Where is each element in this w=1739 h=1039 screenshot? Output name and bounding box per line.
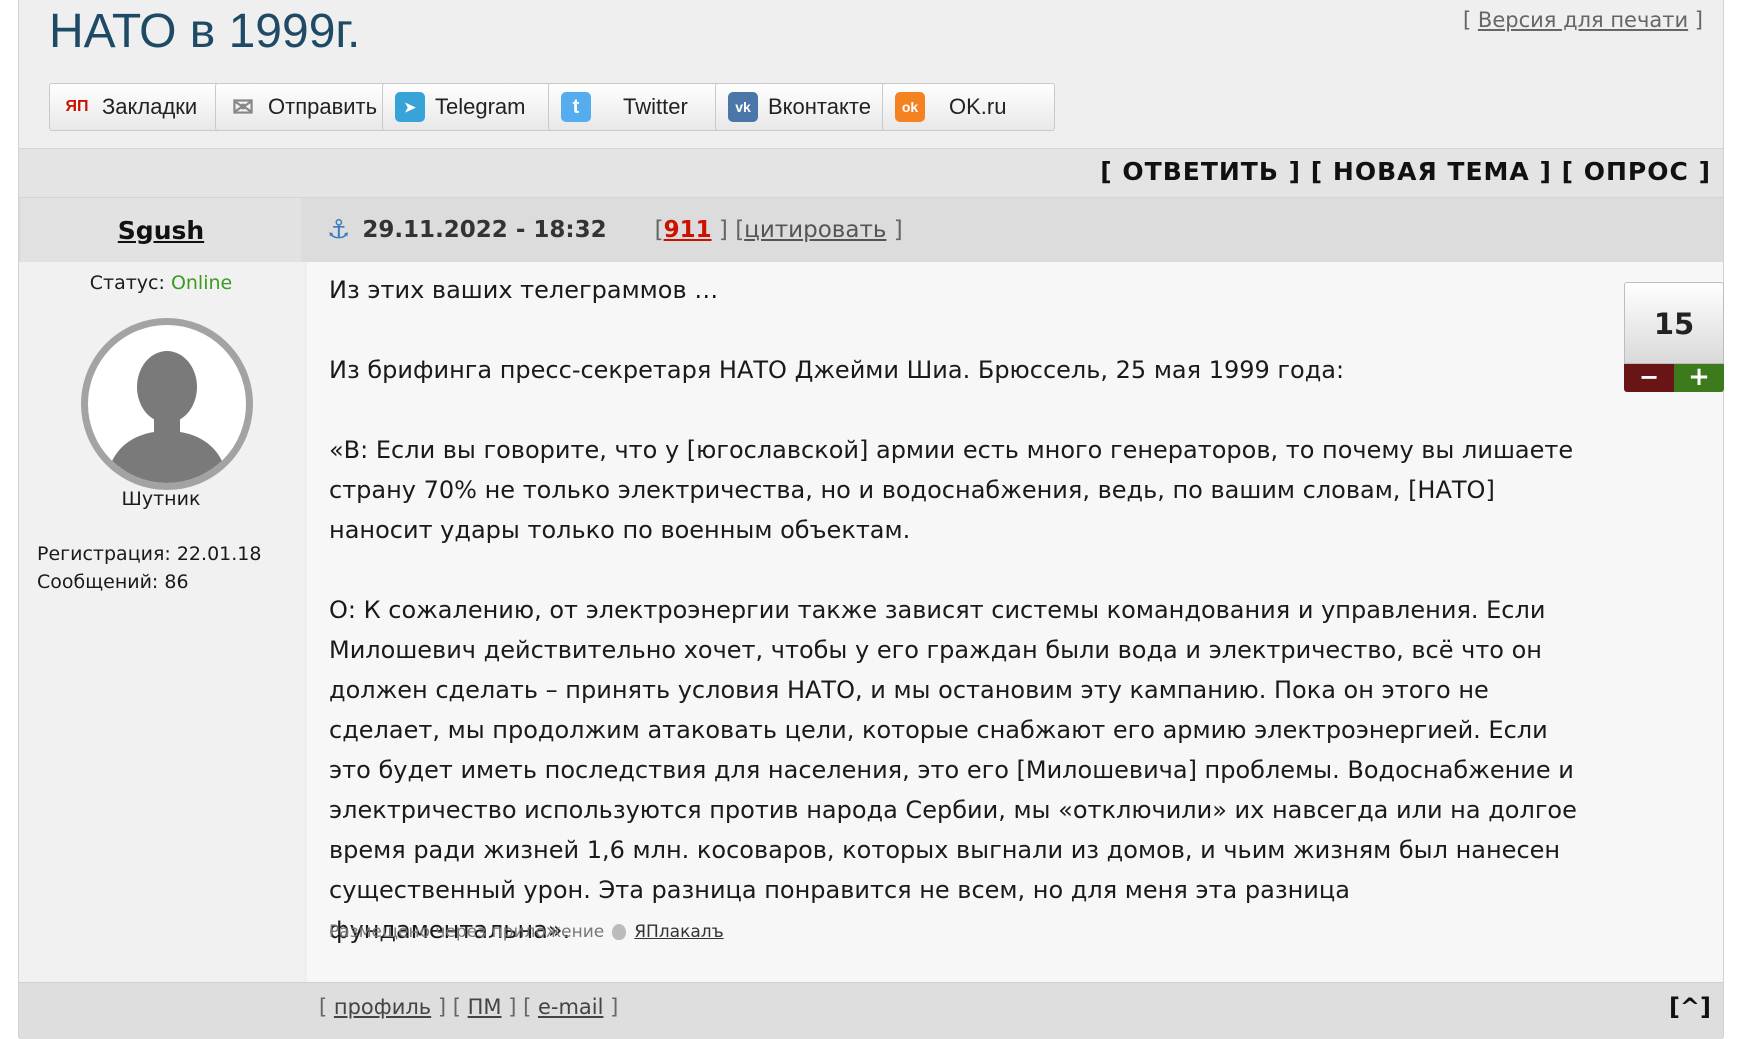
print-version-link-wrapper: [ Версия для печати ] bbox=[1463, 8, 1703, 32]
post-author-cell: Sgush bbox=[21, 198, 301, 262]
yap-logo-icon: ЯП bbox=[65, 98, 89, 115]
post-rating: 15 − + bbox=[1624, 282, 1724, 392]
post-paragraph: Из этих ваших телеграммов … bbox=[329, 276, 719, 304]
post-paragraph: О: К сожалению, от электроэнергии также … bbox=[329, 596, 1577, 944]
share-ok-button[interactable]: ok OK.ru bbox=[882, 83, 1055, 131]
post-footer-links: [ профиль ] [ ПМ ] [ e-mail ] bbox=[319, 995, 619, 1019]
rating-buttons: − + bbox=[1624, 364, 1724, 392]
post-paragraph: Из брифинга пресс-секретаря НАТО Джейми … bbox=[329, 356, 1345, 384]
share-bookmarks-button[interactable]: ЯП Закладки bbox=[49, 83, 222, 131]
author-stats: Регистрация: 22.01.18 Сообщений: 86 bbox=[37, 540, 261, 596]
twitter-icon: t bbox=[561, 92, 591, 122]
scroll-to-top-link[interactable]: [^] bbox=[1669, 993, 1711, 1021]
topic-actions-bar: [ ОТВЕТИТЬ ] [ НОВАЯ ТЕМА ] [ ОПРОС ] bbox=[19, 148, 1723, 198]
post-paragraph: «В: Если вы говорите, что у [югославской… bbox=[329, 436, 1574, 544]
default-user-icon bbox=[106, 351, 228, 483]
posted-via-label: Размещено через приложение bbox=[329, 922, 605, 942]
telegram-icon: ➤ bbox=[395, 92, 425, 122]
author-messages: Сообщений: 86 bbox=[37, 571, 189, 593]
email-link[interactable]: e-mail bbox=[538, 995, 604, 1019]
topic-title: НАТО в 1999г. bbox=[49, 5, 361, 58]
rate-down-button[interactable]: − bbox=[1624, 364, 1674, 392]
poll-button[interactable]: ОПРОС bbox=[1584, 157, 1689, 186]
ok-icon: ok bbox=[895, 92, 925, 122]
post-date: 29.11.2022 - 18:32 bbox=[362, 217, 607, 243]
share-twitter-label: Twitter bbox=[623, 94, 688, 119]
apple-icon bbox=[612, 924, 627, 940]
share-vk-button[interactable]: vk Вконтакте bbox=[715, 83, 888, 131]
page-frame: НАТО в 1999г. [ Версия для печати ] ЯП З… bbox=[18, 0, 1724, 1039]
author-status: Статус: Online bbox=[19, 272, 303, 294]
author-registration: Регистрация: 22.01.18 bbox=[37, 543, 262, 565]
app-link[interactable]: ЯПлакалъ bbox=[634, 922, 723, 942]
avatar[interactable] bbox=[81, 318, 253, 490]
share-bookmarks-label: Закладки bbox=[102, 94, 198, 119]
post-number-link[interactable]: 911 bbox=[664, 217, 712, 243]
topic-actions: [ ОТВЕТИТЬ ] [ НОВАЯ ТЕМА ] [ ОПРОС ] bbox=[1100, 157, 1711, 186]
new-topic-button[interactable]: НОВАЯ ТЕМА bbox=[1333, 157, 1530, 186]
share-twitter-button[interactable]: t Twitter bbox=[548, 83, 721, 131]
quote-link[interactable]: цитировать bbox=[744, 217, 886, 243]
rating-value: 15 bbox=[1624, 282, 1724, 364]
post-body: Из этих ваших телеграммов … Из брифинга … bbox=[307, 262, 1724, 982]
profile-link[interactable]: профиль bbox=[334, 995, 431, 1019]
reply-button[interactable]: ОТВЕТИТЬ bbox=[1122, 157, 1279, 186]
share-send-button[interactable]: ✉ Отправить bbox=[215, 83, 388, 131]
posted-via: Размещено через приложение ЯПлакалъ bbox=[329, 922, 724, 942]
vk-icon: vk bbox=[728, 92, 758, 122]
rate-up-button[interactable]: + bbox=[1674, 364, 1724, 392]
print-version-link[interactable]: Версия для печати bbox=[1478, 8, 1688, 32]
post-header: Sgush ⚓ 29.11.2022 - 18:32 [ 911 ] [ цит… bbox=[19, 198, 1723, 262]
share-ok-label: OK.ru bbox=[949, 94, 1007, 119]
share-telegram-label: Telegram bbox=[435, 94, 526, 119]
post-author-panel: Статус: Online Шутник Регистрация: 22.01… bbox=[19, 262, 303, 982]
share-telegram-button[interactable]: ➤ Telegram bbox=[382, 83, 555, 131]
status-label: Статус: bbox=[89, 272, 165, 294]
status-value: Online bbox=[170, 272, 233, 294]
share-vk-label: Вконтакте bbox=[768, 94, 871, 119]
author-rank: Шутник bbox=[121, 488, 201, 510]
anchor-icon[interactable]: ⚓ bbox=[327, 215, 350, 245]
post-meta: ⚓ 29.11.2022 - 18:32 [ 911 ] [ цитироват… bbox=[327, 215, 903, 245]
post-author-link[interactable]: Sgush bbox=[118, 216, 204, 245]
post-text: Из этих ваших телеграммов … Из брифинга … bbox=[329, 270, 1579, 990]
share-send-label: Отправить bbox=[268, 94, 378, 119]
envelope-icon: ✉ bbox=[232, 91, 254, 122]
pm-link[interactable]: ПМ bbox=[468, 995, 502, 1019]
post-footer: [ профиль ] [ ПМ ] [ e-mail ] [^] bbox=[19, 982, 1723, 1039]
